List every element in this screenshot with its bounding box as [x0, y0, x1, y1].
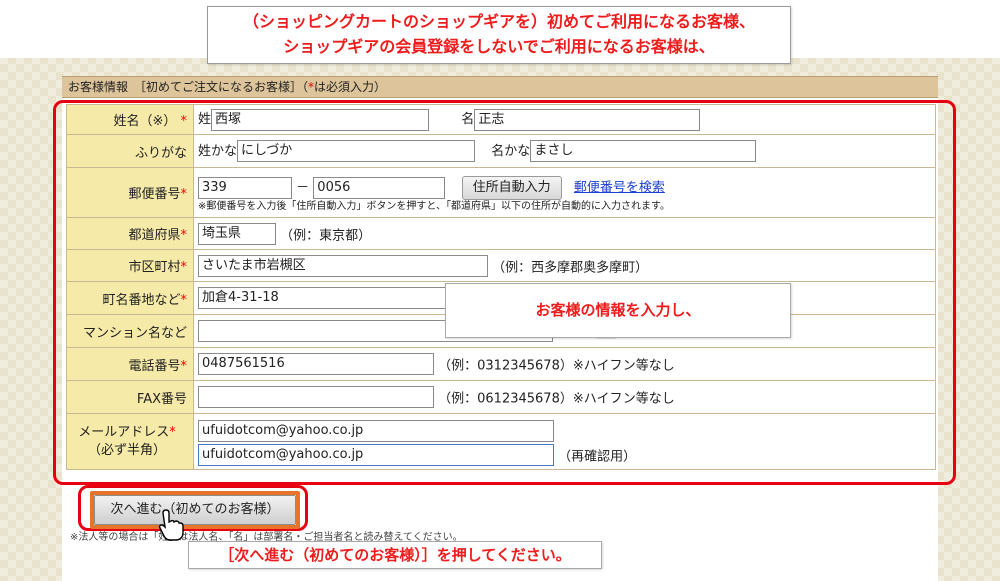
- callout-top-line1: （ショッピングカートのショップギアを）初めてご利用になるお客様、: [242, 12, 755, 31]
- hand-pointer-icon: [158, 509, 184, 541]
- instruction-callout-top: （ショッピングカートのショップギアを）初めてご利用になるお客様、 ショップギアの…: [207, 6, 791, 64]
- instruction-callout-bottom: ［次へ進む（初めてのお客様）］を押してください。: [188, 541, 602, 569]
- next-step-button[interactable]: 次へ進む（初めてのお客様）: [94, 495, 296, 525]
- callout-top-line2: ショップギアの会員登録をしないでご利用になるお客様は、: [283, 37, 715, 56]
- panel-header: お客様情報 ［初めてご注文になるお客様］（*は必須入力）: [62, 76, 938, 98]
- panel-header-req-suffix: は必須入力）: [314, 80, 387, 94]
- instruction-callout-middle: お客様の情報を入力し、: [445, 283, 791, 338]
- panel-header-title: お客様情報 ［初めてご注文になるお客様］: [68, 80, 303, 94]
